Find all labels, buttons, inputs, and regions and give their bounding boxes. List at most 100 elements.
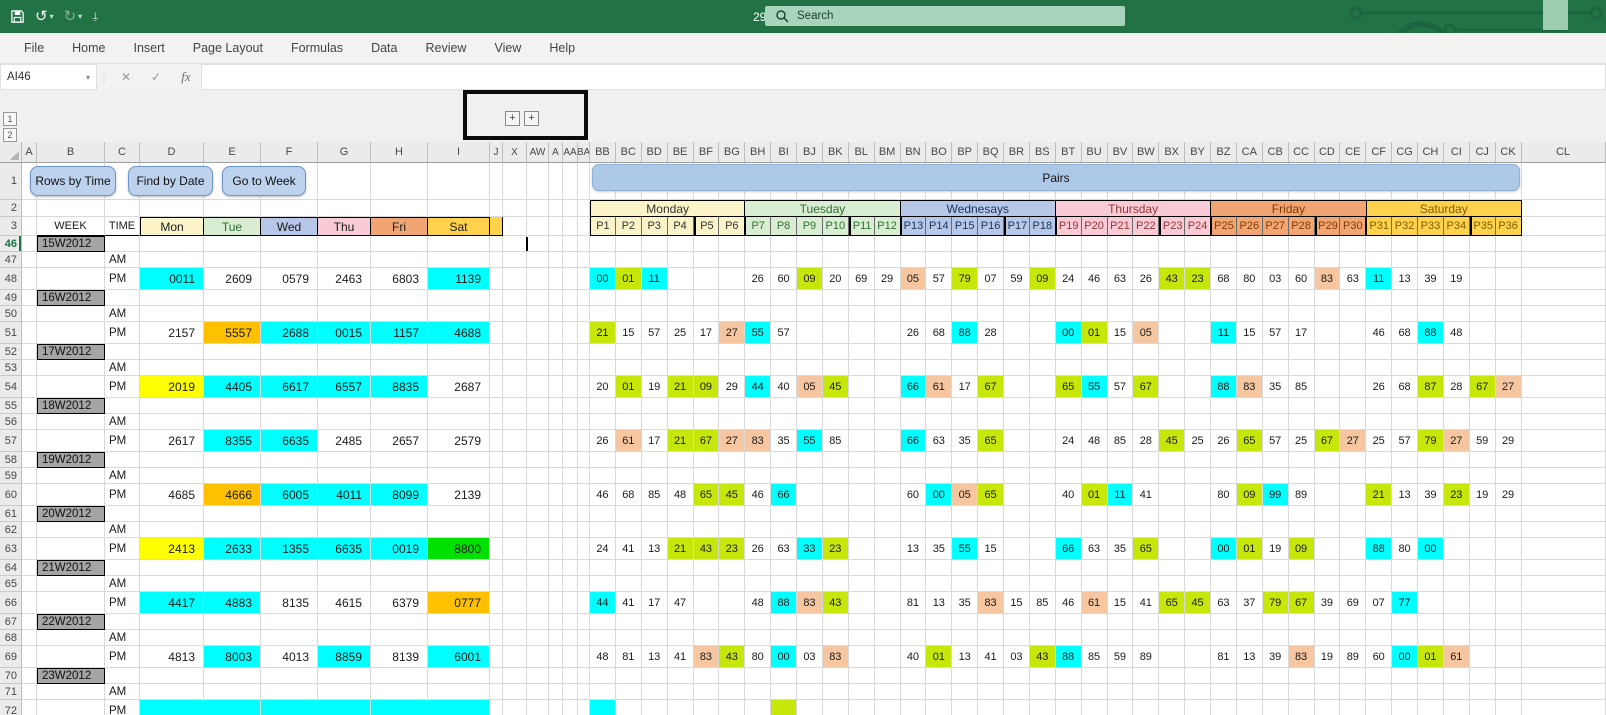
cell[interactable] bbox=[549, 668, 563, 684]
cell[interactable] bbox=[22, 200, 37, 217]
pair-value-cell-p11[interactable] bbox=[848, 506, 875, 522]
pair-value-cell-p27[interactable] bbox=[1262, 576, 1289, 592]
pair-header-p3[interactable]: P3 bbox=[641, 217, 668, 236]
pair-value-cell-p20[interactable] bbox=[1081, 614, 1108, 630]
day-value-cell[interactable] bbox=[261, 468, 318, 484]
column-header-BI[interactable]: BI bbox=[771, 142, 797, 163]
pair-value-cell-p4[interactable] bbox=[667, 290, 694, 306]
pair-value-cell-p32[interactable] bbox=[1392, 506, 1418, 522]
cell[interactable] bbox=[549, 398, 563, 414]
pair-value-cell-p20[interactable] bbox=[1081, 560, 1108, 576]
pair-value-cell-p9[interactable] bbox=[797, 322, 823, 344]
pair-value-cell-p31[interactable] bbox=[1366, 506, 1393, 522]
column-header-BJ[interactable]: BJ bbox=[797, 142, 823, 163]
pair-value-cell-p35[interactable] bbox=[1469, 592, 1496, 614]
pair-value-cell-p5[interactable] bbox=[693, 668, 720, 684]
pair-value-cell-p8[interactable]: 60 bbox=[771, 268, 797, 290]
pair-value-cell-p21[interactable]: 11 bbox=[1107, 484, 1134, 506]
cell[interactable] bbox=[503, 217, 527, 236]
pair-value-cell-p17[interactable]: 59 bbox=[1004, 268, 1030, 290]
pair-value-cell-p14[interactable] bbox=[926, 576, 953, 592]
cell[interactable] bbox=[1521, 430, 1606, 452]
cell[interactable] bbox=[503, 376, 527, 398]
pair-value-cell-p21[interactable] bbox=[1107, 576, 1134, 592]
cell[interactable] bbox=[563, 414, 578, 430]
pair-value-cell-p21[interactable] bbox=[1107, 306, 1134, 322]
pair-value-cell-p19[interactable] bbox=[1055, 468, 1082, 484]
pair-value-cell-p23[interactable]: 65 bbox=[1159, 592, 1186, 614]
pair-value-cell-p2[interactable] bbox=[615, 360, 642, 376]
cell[interactable] bbox=[549, 630, 563, 646]
pair-value-cell-p16[interactable] bbox=[978, 630, 1004, 646]
save-icon[interactable] bbox=[10, 9, 25, 24]
pair-value-cell-p10[interactable] bbox=[822, 344, 849, 360]
day-value-cell[interactable]: 4685 bbox=[140, 484, 204, 506]
pair-value-cell-p7[interactable] bbox=[745, 252, 772, 268]
cell[interactable] bbox=[563, 398, 578, 414]
day-value-cell[interactable] bbox=[371, 506, 428, 522]
pair-value-cell-p36[interactable]: 27 bbox=[1495, 376, 1522, 398]
pair-value-cell-p13[interactable]: 66 bbox=[900, 376, 927, 398]
pair-value-cell-p19[interactable]: 24 bbox=[1055, 268, 1082, 290]
pair-value-cell-p8[interactable] bbox=[771, 398, 797, 414]
pair-value-cell-p35[interactable] bbox=[1469, 290, 1496, 306]
pairs-banner[interactable]: Pairs bbox=[592, 164, 1520, 191]
pair-value-cell-p14[interactable]: 13 bbox=[926, 592, 953, 614]
cell[interactable] bbox=[318, 163, 371, 200]
pair-value-cell-p6[interactable]: 29 bbox=[719, 376, 746, 398]
pair-value-cell-p35[interactable] bbox=[1469, 414, 1496, 430]
cell[interactable] bbox=[563, 668, 578, 684]
pair-header-p22[interactable]: P22 bbox=[1133, 217, 1160, 236]
pair-value-cell-p3[interactable] bbox=[641, 560, 668, 576]
pair-value-cell-p31[interactable]: 11 bbox=[1366, 268, 1393, 290]
pair-value-cell-p6[interactable] bbox=[719, 344, 746, 360]
pair-value-cell-p12[interactable] bbox=[874, 414, 901, 430]
cell[interactable] bbox=[527, 522, 549, 538]
pair-value-cell-p23[interactable] bbox=[1159, 452, 1186, 468]
day-value-cell[interactable] bbox=[204, 506, 261, 522]
pair-value-cell-p1[interactable]: 26 bbox=[590, 430, 616, 452]
pair-value-cell-p30[interactable] bbox=[1340, 684, 1367, 700]
pair-value-cell-p25[interactable] bbox=[1211, 700, 1237, 715]
column-header-BC[interactable]: BC bbox=[615, 142, 642, 163]
cell[interactable] bbox=[1521, 668, 1606, 684]
row-number-67[interactable]: 67 bbox=[0, 614, 22, 630]
cell[interactable] bbox=[578, 200, 590, 217]
pair-value-cell-p20[interactable] bbox=[1081, 414, 1108, 430]
cell[interactable] bbox=[578, 522, 590, 538]
day-value-cell[interactable] bbox=[428, 236, 490, 252]
cell[interactable] bbox=[563, 306, 578, 322]
pair-value-cell-p13[interactable]: 13 bbox=[900, 538, 927, 560]
cell[interactable] bbox=[1521, 684, 1606, 700]
pair-value-cell-p25[interactable]: 68 bbox=[1211, 268, 1237, 290]
pair-value-cell-p19[interactable] bbox=[1055, 522, 1082, 538]
pair-value-cell-p6[interactable]: 23 bbox=[719, 538, 746, 560]
pair-value-cell-p18[interactable] bbox=[1029, 560, 1056, 576]
pair-header-p13[interactable]: P13 bbox=[900, 217, 927, 236]
pair-value-cell-p35[interactable] bbox=[1469, 684, 1496, 700]
pair-value-cell-p2[interactable] bbox=[615, 290, 642, 306]
pair-value-cell-p10[interactable] bbox=[822, 398, 849, 414]
pair-value-cell-p7[interactable] bbox=[745, 344, 772, 360]
pair-value-cell-p16[interactable]: 65 bbox=[978, 484, 1004, 506]
pair-value-cell-p22[interactable] bbox=[1133, 684, 1160, 700]
day-value-cell[interactable] bbox=[140, 668, 204, 684]
pair-value-cell-p6[interactable] bbox=[719, 452, 746, 468]
pair-value-cell-p21[interactable]: 59 bbox=[1107, 646, 1134, 668]
pair-value-cell-p11[interactable] bbox=[848, 306, 875, 322]
pair-value-cell-p13[interactable] bbox=[900, 576, 927, 592]
row-number-50[interactable]: 50 bbox=[0, 306, 22, 322]
cell[interactable] bbox=[490, 200, 503, 217]
cell[interactable] bbox=[527, 452, 549, 468]
column-header-BT[interactable]: BT bbox=[1055, 142, 1082, 163]
day-value-cell[interactable] bbox=[371, 414, 428, 430]
pair-value-cell-p2[interactable] bbox=[615, 684, 642, 700]
pair-value-cell-p34[interactable] bbox=[1443, 344, 1470, 360]
pair-value-cell-p26[interactable] bbox=[1236, 630, 1263, 646]
pair-value-cell-p3[interactable] bbox=[641, 684, 668, 700]
day-group-wed[interactable]: Wednesays bbox=[900, 200, 1056, 217]
day-group-fri[interactable]: Friday bbox=[1211, 200, 1367, 217]
pair-header-p11[interactable]: P11 bbox=[848, 217, 875, 236]
pair-value-cell-p36[interactable] bbox=[1495, 452, 1522, 468]
pair-value-cell-p2[interactable] bbox=[615, 398, 642, 414]
